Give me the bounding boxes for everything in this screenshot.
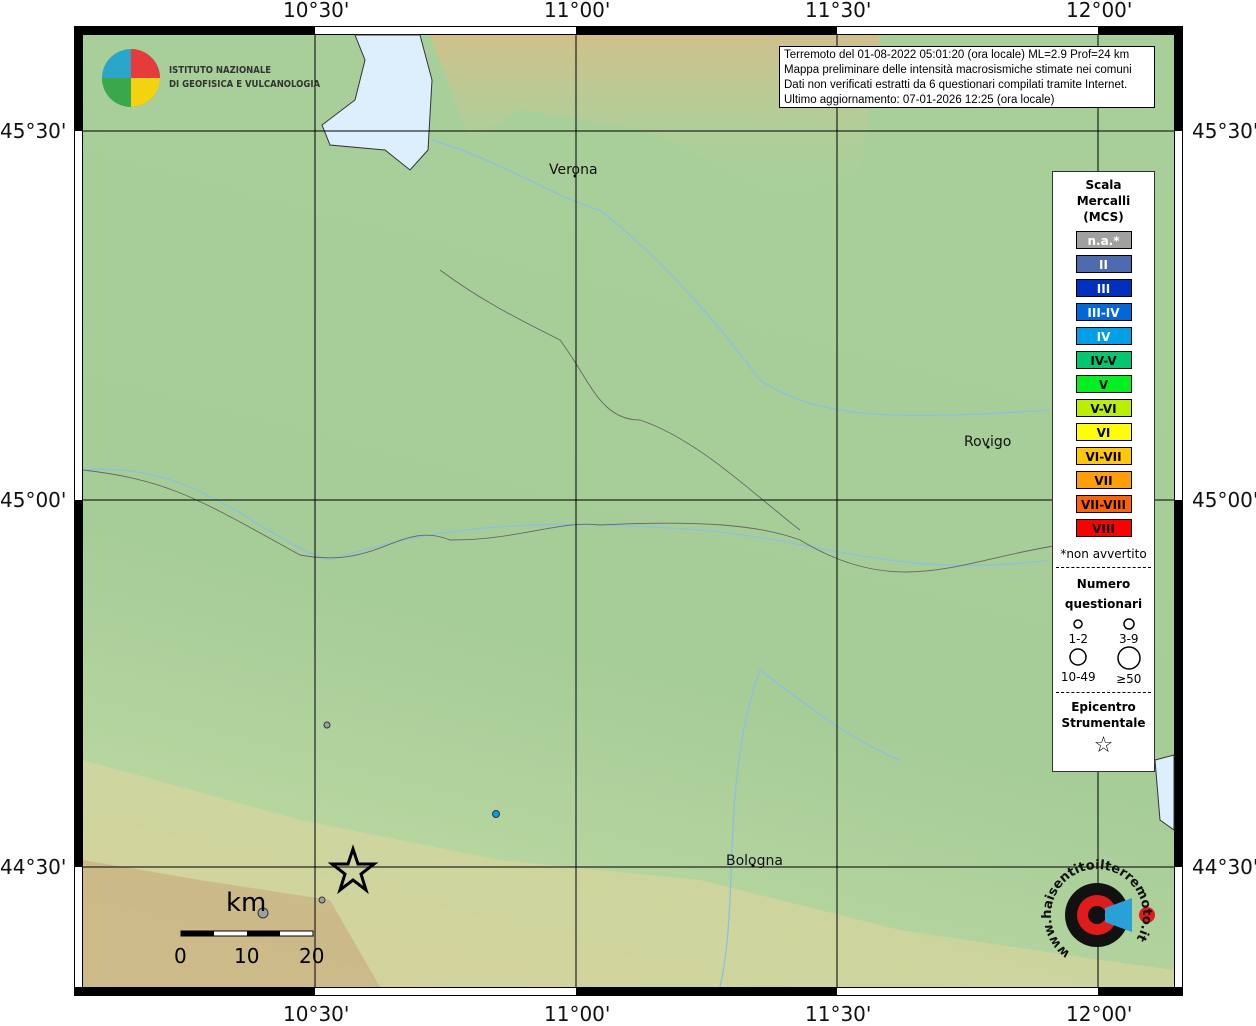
info-line: Mappa preliminare delle intensità macros…: [784, 64, 1132, 76]
logo-line: DI GEOFISICA E VULCANOLOGIA: [169, 79, 321, 90]
legend-title: questionari: [1064, 597, 1143, 611]
legend-swatch: III: [1075, 279, 1132, 297]
legend-swatch: IV-V: [1075, 351, 1132, 369]
lat-label-left: 45°00': [0, 488, 67, 512]
lat-label-right: 45°30': [1192, 119, 1256, 143]
legend-swatch: VII: [1075, 471, 1132, 489]
legend-swatch: V-VI: [1075, 399, 1132, 417]
lon-label-top: 12°00': [1066, 0, 1133, 22]
legend-title: Scala: [1085, 178, 1122, 192]
size-label: 3-9: [1118, 632, 1139, 646]
legend-title: (MCS): [1083, 210, 1124, 224]
size-label: 1-2: [1068, 632, 1089, 646]
legend-title: Epicentro: [1071, 700, 1136, 714]
event-title: Terremoto del 01-08-2022 05:01:20 (ora l…: [784, 49, 1130, 61]
lat-label-left: 45°30': [0, 119, 67, 143]
legend-title: Numero: [1076, 577, 1131, 591]
star-icon: ☆: [1093, 733, 1114, 758]
legend-title: Strumentale: [1061, 716, 1146, 730]
city-label: Bologna: [726, 853, 783, 869]
size-label: 10-49: [1060, 670, 1096, 684]
intensity-point-iv[interactable]: [492, 810, 500, 818]
info-line: Dati non verificati estratti da 6 questi…: [784, 79, 1128, 91]
legend-swatch: VIII: [1075, 519, 1132, 537]
legend-title: Mercalli: [1076, 194, 1131, 208]
lon-label-bottom: 11°30': [805, 1002, 872, 1026]
lat-label-right: 44°30': [1192, 855, 1256, 879]
scale-unit: km: [226, 888, 267, 918]
legend-swatch: III-IV: [1075, 303, 1132, 321]
intensity-point-na[interactable]: [318, 896, 326, 904]
size-label: ≥50: [1116, 672, 1142, 686]
inGV-logo-icon: [102, 49, 160, 107]
lon-label-bottom: 11°00': [544, 1002, 611, 1026]
city-label: Verona: [549, 162, 598, 178]
city-label: Rovigo: [964, 434, 1012, 450]
lon-label-top: 11°00': [544, 0, 611, 22]
lat-label-left: 44°30': [0, 855, 67, 879]
lon-label-bottom: 12°00': [1066, 1002, 1133, 1026]
lat-label-right: 45°00': [1192, 488, 1256, 512]
intensity-point-na[interactable]: [323, 721, 331, 729]
scale-label: 10: [234, 944, 260, 968]
legend: Scala Mercalli (MCS) n.a.* II III III-IV IV IV-…: [1052, 171, 1155, 772]
legend-note: *non avvertito: [1060, 547, 1147, 561]
legend-swatch: n.a.*: [1075, 231, 1132, 249]
legend-swatch: VII-VIII: [1075, 495, 1132, 513]
scale-bar: [180, 930, 314, 937]
scale-label: 20: [299, 944, 325, 968]
lon-label-top: 10°30': [283, 0, 350, 22]
legend-swatch: V: [1075, 375, 1132, 393]
lon-label-bottom: 10°30': [283, 1002, 350, 1026]
last-update: Ultimo aggiornamento: 07-01-2026 12:25 (…: [784, 94, 1055, 106]
lon-label-top: 11°30': [805, 0, 872, 22]
legend-swatch: IV: [1075, 327, 1132, 345]
legend-swatch: VI-VII: [1075, 447, 1132, 465]
legend-swatch: VI: [1075, 423, 1132, 441]
scale-label: 0: [174, 944, 187, 968]
legend-swatch: II: [1075, 255, 1132, 273]
logo-line: ISTITUTO NAZIONALE: [169, 65, 272, 76]
event-info-box: Terremoto del 01-08-2022 05:01:20 (ora l…: [779, 46, 1155, 108]
ingv-logo-text: ISTITUTO NAZIONALE DI GEOFISICA E VULCANO…: [169, 64, 320, 92]
